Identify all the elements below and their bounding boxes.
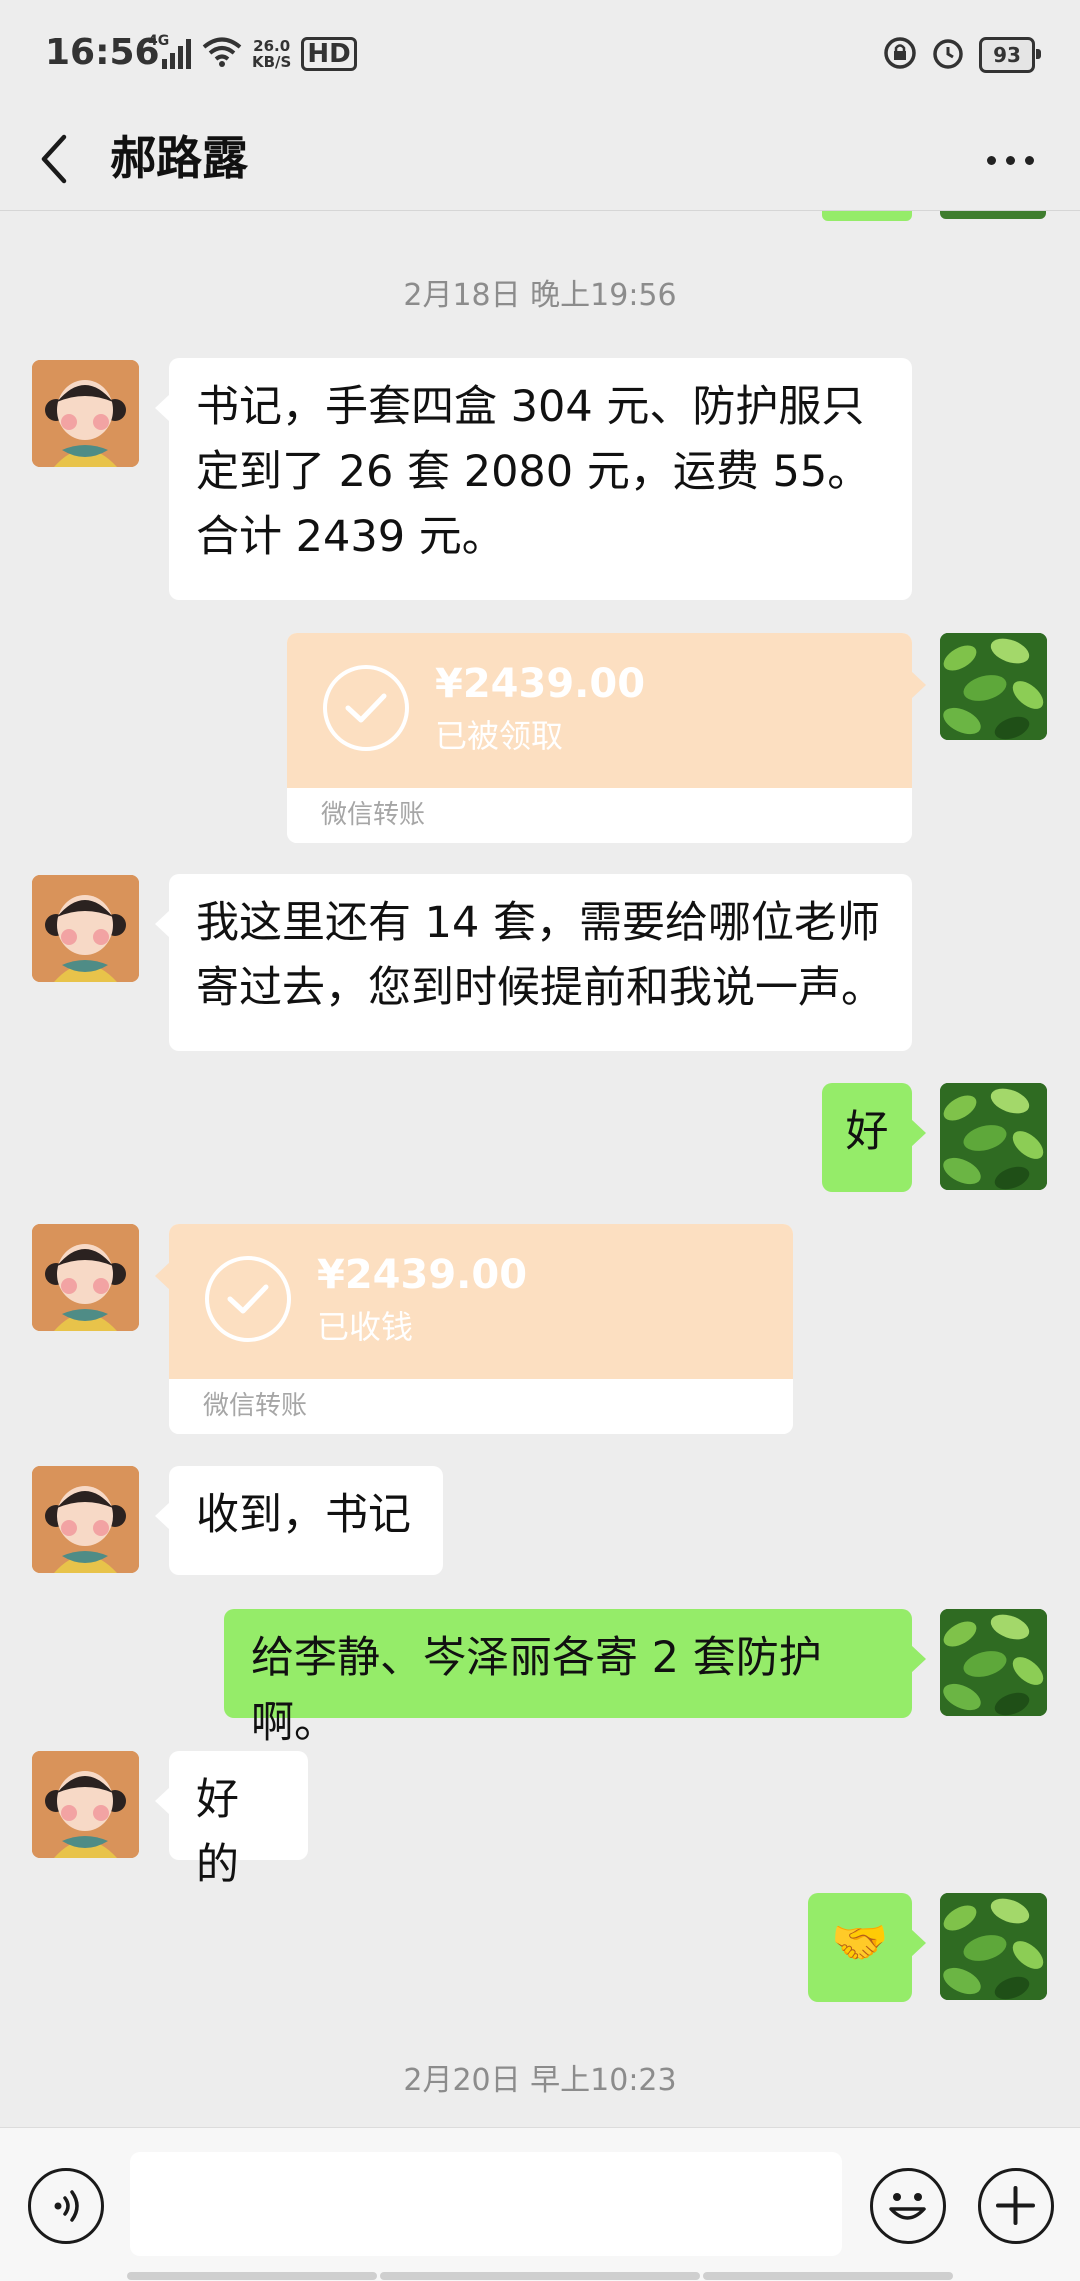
chat-header: 郝路露 bbox=[0, 105, 1080, 211]
woman-avatar-icon bbox=[32, 360, 139, 467]
message-text: 书记，手套四盒 304 元、防护服只定到了 26 套 2080 元，运费 55。… bbox=[196, 382, 871, 562]
message-text: 好的 bbox=[196, 1775, 239, 1890]
message-bubble-outgoing[interactable]: 好 bbox=[822, 1083, 926, 1192]
contact-avatar[interactable] bbox=[32, 1466, 139, 1573]
message-bubble-incoming[interactable]: 我这里还有 14 套，需要给哪位老师寄过去，您到时候提前和我说一声。 bbox=[155, 874, 912, 1051]
transfer-status: 已收钱 bbox=[317, 1308, 414, 1346]
message-bubble-outgoing[interactable]: 给李静、岑泽丽各寄 2 套防护啊。 bbox=[224, 1609, 926, 1748]
rotation-lock-icon bbox=[883, 36, 917, 74]
emoji-icon bbox=[889, 2193, 926, 2220]
timestamp: 2月20日 早上10:23 bbox=[403, 2063, 677, 2098]
contact-avatar[interactable] bbox=[32, 360, 139, 467]
message-input[interactable] bbox=[130, 2152, 842, 2256]
timestamp: 2月18日 晚上19:56 bbox=[403, 278, 677, 313]
more-dots-icon bbox=[986, 155, 996, 165]
woman-avatar-icon bbox=[32, 1224, 139, 1331]
chevron-left-icon bbox=[41, 134, 67, 184]
leaves-avatar-icon bbox=[940, 1893, 1047, 2000]
status-bar: 16:56 4G 26.0 KB/S HD 93 bbox=[0, 0, 1080, 105]
net-speed-unit: KB/S bbox=[252, 53, 292, 71]
voice-icon bbox=[54, 2190, 79, 2222]
navigation-hint-bar bbox=[380, 2272, 700, 2280]
handshake-emoji: 🤝 bbox=[831, 1915, 889, 1969]
contact-avatar[interactable] bbox=[32, 1224, 139, 1331]
message-text: 收到，书记 bbox=[196, 1490, 411, 1540]
message-text: 好 bbox=[845, 1107, 889, 1157]
leaves-avatar-icon bbox=[940, 1083, 1047, 1190]
more-options-button[interactable] bbox=[970, 125, 1050, 195]
transfer-card-incoming[interactable]: ¥2439.00 已收钱 微信转账 bbox=[169, 1224, 793, 1434]
woman-avatar-icon bbox=[32, 1751, 139, 1858]
my-avatar[interactable] bbox=[940, 1083, 1047, 1190]
transfer-amount: ¥2439.00 bbox=[317, 1252, 528, 1298]
message-bubble-incoming[interactable]: 好的 bbox=[155, 1751, 308, 1890]
status-right-icons: 93 bbox=[883, 36, 1041, 74]
net-speed-value: 26.0 bbox=[253, 37, 291, 55]
contact-avatar[interactable] bbox=[32, 875, 139, 982]
leaves-avatar-icon bbox=[940, 1609, 1047, 1716]
bubble-tail bbox=[155, 1224, 183, 1324]
wifi-icon bbox=[202, 36, 242, 72]
alarm-icon bbox=[931, 36, 965, 74]
message-text: 我这里还有 14 套，需要给哪位老师寄过去，您到时候提前和我说一声。 bbox=[196, 898, 884, 1013]
battery-icon: 93 bbox=[979, 37, 1041, 73]
bubble-tail bbox=[898, 633, 926, 733]
check-circle-icon bbox=[205, 1256, 291, 1342]
cellular-signal-icon: 4G bbox=[148, 33, 192, 71]
message-text: 给李静、岑泽丽各寄 2 套防护啊。 bbox=[251, 1633, 822, 1748]
back-button[interactable] bbox=[30, 119, 110, 199]
plus-button[interactable] bbox=[978, 2168, 1054, 2244]
input-bar bbox=[0, 2127, 1080, 2281]
hd-badge: HD bbox=[301, 37, 357, 71]
transfer-label: 微信转账 bbox=[203, 1391, 308, 1421]
transfer-amount: ¥2439.00 bbox=[435, 661, 646, 707]
transfer-card-outgoing[interactable]: ¥2439.00 已被领取 微信转账 bbox=[287, 633, 912, 843]
status-left-icons: 4G 26.0 KB/S HD bbox=[148, 33, 357, 72]
net-speed-indicator: 26.0 KB/S bbox=[252, 38, 291, 70]
woman-avatar-icon bbox=[32, 1466, 139, 1573]
check-circle-icon bbox=[323, 665, 409, 751]
plus-icon bbox=[996, 2186, 1035, 2225]
message-bubble-incoming[interactable]: 书记，手套四盒 304 元、防护服只定到了 26 套 2080 元，运费 55。… bbox=[155, 358, 912, 600]
transfer-label: 微信转账 bbox=[321, 800, 426, 830]
message-bubble-outgoing[interactable]: 🤝 bbox=[808, 1893, 926, 2002]
more-dot bbox=[1024, 155, 1034, 165]
voice-button[interactable] bbox=[28, 2168, 104, 2244]
my-avatar[interactable] bbox=[940, 633, 1047, 740]
contact-name: 郝路露 bbox=[110, 131, 248, 185]
transfer-status: 已被领取 bbox=[435, 717, 564, 755]
battery-level: 93 bbox=[993, 43, 1021, 67]
message-bubble-incoming[interactable]: 收到，书记 bbox=[155, 1466, 443, 1575]
status-time: 16:56 bbox=[45, 32, 160, 73]
navigation-hint-bar bbox=[127, 2272, 377, 2280]
contact-avatar[interactable] bbox=[32, 1751, 139, 1858]
my-avatar[interactable] bbox=[940, 1893, 1047, 2000]
emoji-button[interactable] bbox=[870, 2168, 946, 2244]
navigation-hint-bar bbox=[703, 2272, 953, 2280]
more-dot bbox=[1005, 155, 1015, 165]
woman-avatar-icon bbox=[32, 875, 139, 982]
leaves-avatar-icon bbox=[940, 633, 1047, 740]
my-avatar[interactable] bbox=[940, 1609, 1047, 1716]
